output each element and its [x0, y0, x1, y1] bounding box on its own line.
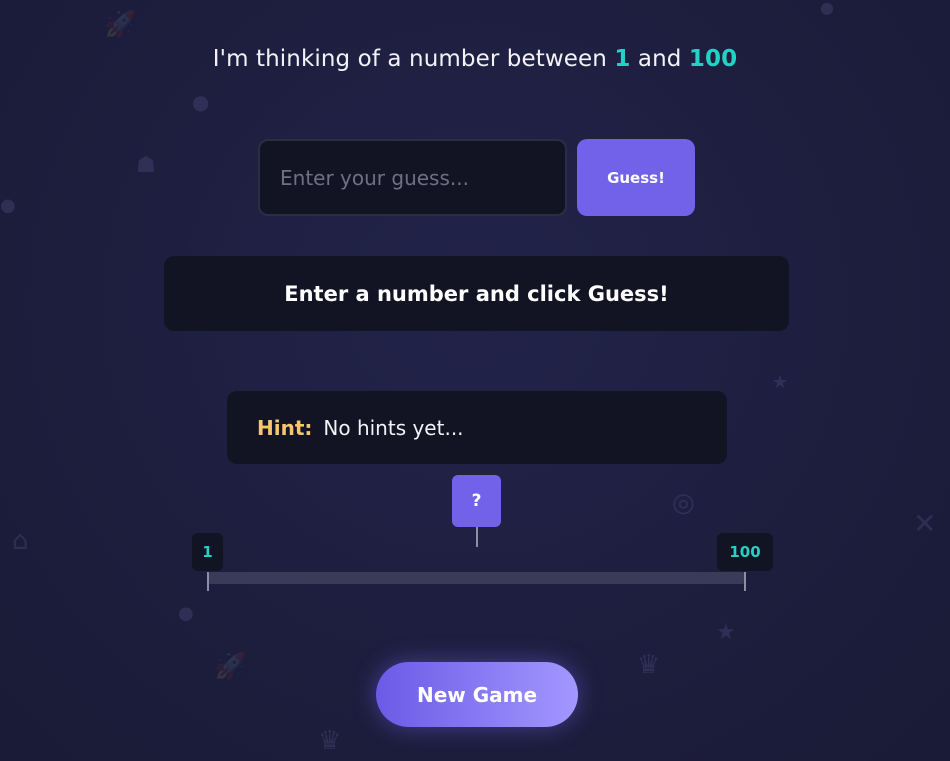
close-icon: ✕: [913, 507, 937, 540]
planet-icon: ●: [178, 603, 194, 624]
hint-text: No hints yet...: [323, 415, 464, 440]
range-max-tick: [744, 572, 746, 591]
planet-icon: ●: [820, 0, 834, 17]
planet-icon: ●: [0, 195, 16, 216]
message-box: Enter a number and click Guess!: [164, 256, 789, 331]
target-icon: ◎: [672, 488, 695, 518]
range-min-label: 1: [192, 533, 223, 571]
marker-label: ?: [471, 491, 482, 511]
hint-box: Hint: No hints yet...: [227, 391, 727, 464]
robot-icon: ☗: [136, 153, 156, 178]
range-max: 100: [688, 46, 738, 72]
planet-icon: ●: [192, 90, 210, 114]
star-icon: ★: [716, 620, 736, 645]
prompt-prefix: I'm thinking of a number between: [212, 46, 607, 72]
marker-stem: [475, 527, 478, 547]
number-line-track: [208, 572, 745, 584]
new-game-button[interactable]: New Game: [376, 662, 578, 727]
range-max-label: 100: [717, 533, 773, 571]
alien-icon: ⌂: [12, 526, 29, 556]
star-icon: ★: [772, 372, 789, 393]
range-min: 1: [614, 46, 631, 72]
prompt-and: and: [637, 46, 682, 72]
rocket-icon: 🚀: [214, 652, 247, 682]
guess-input[interactable]: [258, 139, 567, 216]
range-min-tick: [207, 572, 209, 591]
guess-button[interactable]: Guess!: [577, 139, 695, 216]
crown-icon: ♛: [637, 650, 661, 680]
game-stage: 🚀 ● ☗ ● ★ ◎ ✕ ⌂ ● 🚀 ♛ ★ ♛ ● I'm thinking…: [0, 0, 950, 761]
guess-marker: ?: [452, 475, 501, 527]
game-prompt: I'm thinking of a number between 1 and 1…: [0, 46, 950, 72]
range-max-label-text: 100: [729, 543, 761, 561]
range-min-label-text: 1: [202, 543, 213, 561]
rocket-icon: 🚀: [104, 10, 137, 40]
message-text: Enter a number and click Guess!: [284, 281, 669, 306]
crown-icon: ♛: [318, 726, 342, 756]
hint-label: Hint:: [257, 415, 313, 440]
